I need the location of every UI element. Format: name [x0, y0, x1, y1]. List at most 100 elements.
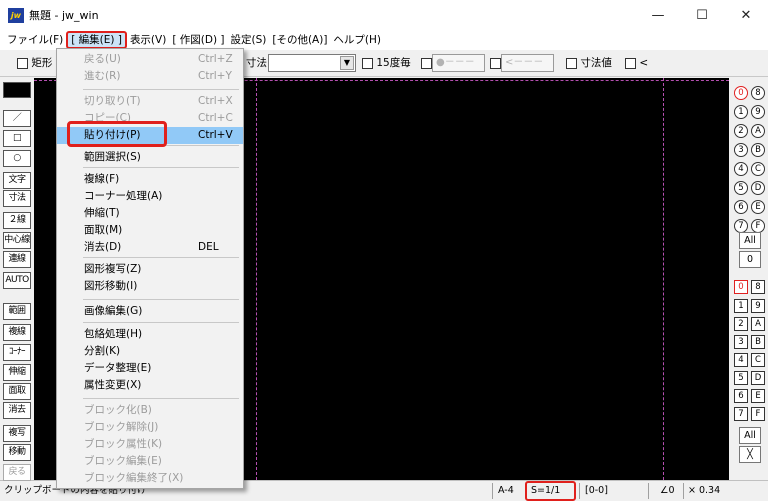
angle-checkbox[interactable] [362, 57, 373, 69]
menu-item[interactable]: 図形複写(Z) [57, 261, 243, 278]
tool-copy-button[interactable]: 複写 [3, 425, 31, 442]
layer-group-3[interactable]: 3 [734, 143, 748, 157]
angle-indicator[interactable]: ∠0 [660, 484, 675, 498]
maximize-button[interactable]: ☐ [680, 0, 724, 30]
menu-item[interactable]: 画像編集(G) [57, 303, 243, 320]
tool-continuous-line-button[interactable]: 連線 [3, 251, 31, 268]
menu-edit[interactable]: [ 編集(E) ] [66, 31, 127, 49]
layer-group-6[interactable]: 6 [734, 200, 748, 214]
layer-2[interactable]: 2 [734, 317, 748, 331]
menu-item[interactable]: 切り取り(T) Ctrl+X [57, 93, 243, 110]
menu-item[interactable]: ブロック解除(J) [57, 419, 243, 436]
tool-dimension-button[interactable]: 寸法 [3, 190, 31, 207]
menu-item[interactable]: 属性変更(X) [57, 377, 243, 394]
menu-item[interactable]: ブロック編集終了(X) [57, 470, 243, 487]
scale-indicator[interactable]: S=1/1 [531, 484, 560, 498]
dim-value-toggle[interactable]: 寸法値 [566, 56, 612, 70]
menu-item[interactable]: 包絡処理(H) [57, 326, 243, 343]
paper-size[interactable]: A-4 [498, 484, 514, 498]
menu-view[interactable]: 表示(V) [127, 31, 169, 49]
tool-circle-button[interactable]: ○ [3, 150, 31, 167]
layer-4[interactable]: 4 [734, 353, 748, 367]
chevron-down-icon[interactable]: ▼ [340, 56, 354, 70]
menu-item[interactable]: 範囲選択(S) [57, 149, 243, 166]
menu-item[interactable]: データ整理(E) [57, 360, 243, 377]
menu-item[interactable]: 面取(M) [57, 222, 243, 239]
layer-group-7[interactable]: 7 [734, 219, 748, 233]
layer-group-1[interactable]: 1 [734, 105, 748, 119]
tool-parallel-button[interactable]: 複線 [3, 324, 31, 341]
layer-group-D[interactable]: D [751, 181, 765, 195]
tool-undo-button[interactable]: 戻る [3, 464, 31, 481]
layer-6[interactable]: 6 [734, 389, 748, 403]
tool-move-button[interactable]: 移動 [3, 444, 31, 461]
menu-item[interactable]: ブロック化(B) [57, 402, 243, 419]
tool-center-line-button[interactable]: 中心線 [3, 232, 31, 249]
menu-settings[interactable]: 設定(S) [227, 31, 269, 49]
menu-item[interactable]: コーナー処理(A) [57, 188, 243, 205]
menu-item[interactable]: 消去(D) DEL [57, 239, 243, 256]
tool-range-button[interactable]: 範囲 [3, 303, 31, 320]
layer-group-4[interactable]: 4 [734, 162, 748, 176]
layer-7[interactable]: 7 [734, 407, 748, 421]
menu-item[interactable]: 伸縮(T) [57, 205, 243, 222]
lt-checkbox[interactable] [625, 57, 636, 69]
layer-E[interactable]: E [751, 389, 765, 403]
lt-toggle[interactable]: < [625, 56, 648, 70]
layer-9[interactable]: 9 [751, 299, 765, 313]
tool-rect-button[interactable]: □ [3, 130, 31, 147]
menu-item[interactable]: 複線(F) [57, 171, 243, 188]
tool-chamfer-button[interactable]: 面取 [3, 383, 31, 400]
menu-file[interactable]: ファイル(F) [4, 31, 66, 49]
layer-list-button[interactable]: ╳ [739, 446, 761, 463]
menu-item[interactable]: 図形移動(I) [57, 278, 243, 295]
layer-3[interactable]: 3 [734, 335, 748, 349]
tool-corner-button[interactable]: ｺｰﾅｰ [3, 344, 31, 361]
layer-F[interactable]: F [751, 407, 765, 421]
angle-toggle[interactable]: 15度毎 [362, 56, 411, 70]
field1-checkbox[interactable] [421, 58, 432, 69]
rect-checkbox[interactable] [17, 57, 28, 69]
layer-group-9[interactable]: 9 [751, 105, 765, 119]
layer-group-A[interactable]: A [751, 124, 765, 138]
tool-line-button[interactable]: ／ [3, 110, 31, 127]
group-zero-button[interactable]: 0 [739, 251, 761, 268]
dimension-select[interactable]: ▼ [268, 54, 356, 72]
dim-value-checkbox[interactable] [566, 57, 577, 69]
layer-0[interactable]: 0 [734, 280, 748, 294]
layer-group-F[interactable]: F [751, 219, 765, 233]
layer-D[interactable]: D [751, 371, 765, 385]
layer-group-C[interactable]: C [751, 162, 765, 176]
layer-group-B[interactable]: B [751, 143, 765, 157]
layer-B[interactable]: B [751, 335, 765, 349]
layer-group-2[interactable]: 2 [734, 124, 748, 138]
layer-group-8[interactable]: 8 [751, 86, 765, 100]
menu-other[interactable]: [その他(A)] [269, 31, 330, 49]
menu-item[interactable]: 分割(K) [57, 343, 243, 360]
layer-indicator[interactable]: [0-0] [585, 484, 608, 498]
rect-toggle[interactable]: 矩形 [17, 56, 52, 70]
layer-5[interactable]: 5 [734, 371, 748, 385]
tool-double-line-button[interactable]: ２線 [3, 212, 31, 229]
point-field[interactable]: ●－－－ [432, 54, 485, 72]
menu-item[interactable]: ブロック属性(K) [57, 436, 243, 453]
tool-auto-button[interactable]: AUTO [3, 272, 31, 289]
field2-checkbox[interactable] [490, 58, 501, 69]
menu-item[interactable]: 進む(R) Ctrl+Y [57, 68, 243, 85]
all-layers-button[interactable]: All [739, 427, 761, 444]
tool-stretch-button[interactable]: 伸縮 [3, 364, 31, 381]
menu-item[interactable]: ブロック編集(E) [57, 453, 243, 470]
close-button[interactable]: ✕ [724, 0, 768, 30]
layer-8[interactable]: 8 [751, 280, 765, 294]
factor-indicator[interactable]: × 0.34 [688, 484, 720, 498]
line-color-swatch[interactable] [3, 82, 31, 98]
menu-help[interactable]: ヘルプ(H) [330, 31, 384, 49]
layer-group-0[interactable]: 0 [734, 86, 748, 100]
menu-item[interactable]: 戻る(U) Ctrl+Z [57, 51, 243, 68]
layer-1[interactable]: 1 [734, 299, 748, 313]
arrow-field[interactable]: <－－－ [501, 54, 554, 72]
menu-draw[interactable]: [ 作図(D) ] [169, 31, 227, 49]
minimize-button[interactable]: — [636, 0, 680, 30]
layer-C[interactable]: C [751, 353, 765, 367]
tool-text-button[interactable]: 文字 [3, 172, 31, 189]
